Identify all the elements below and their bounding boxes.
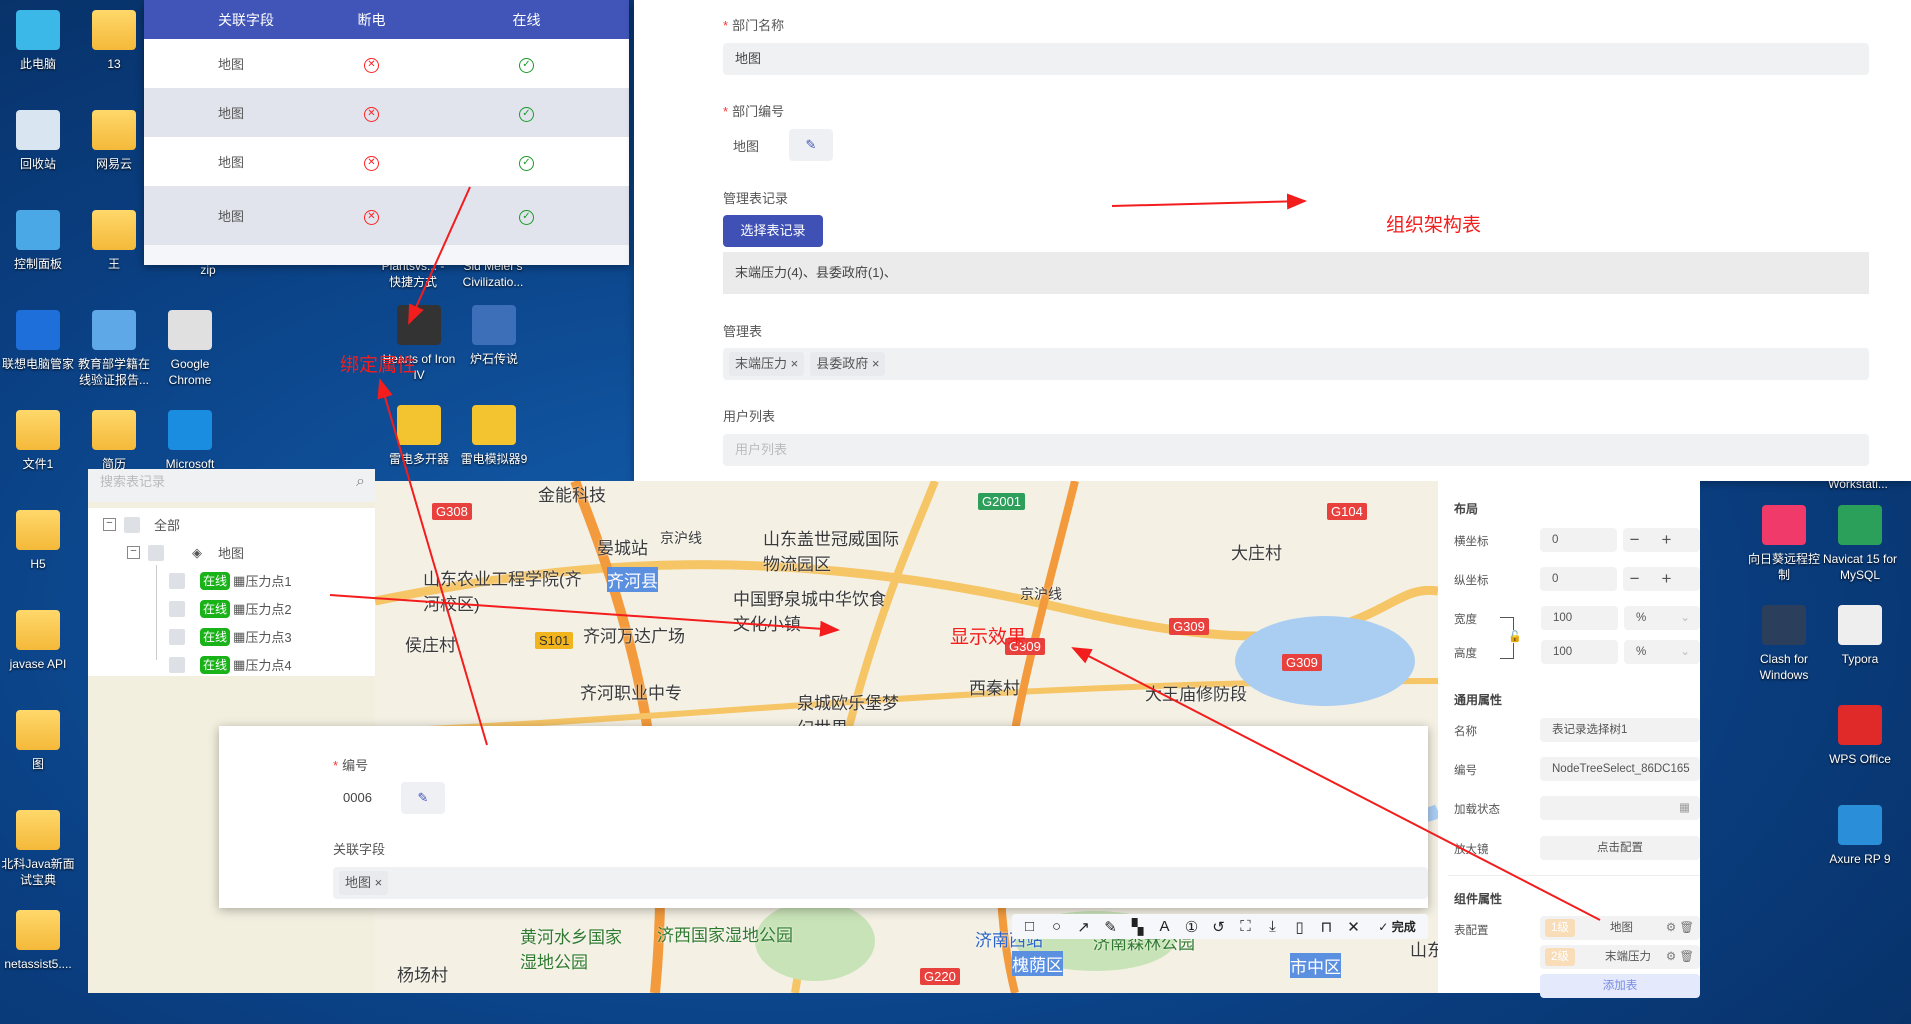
annotation-arrows bbox=[329, 186, 1601, 921]
arrow bbox=[377, 378, 488, 746]
annotation-display-effect: 显示效果 bbox=[950, 627, 1027, 648]
annotation-bind-attr: 绑定属性 bbox=[340, 355, 417, 376]
arrow bbox=[408, 186, 471, 325]
annotation-org-table: 组织架构表 bbox=[1386, 215, 1482, 236]
arrow bbox=[1071, 647, 1601, 921]
arrow bbox=[1111, 193, 1307, 210]
arrow bbox=[329, 594, 840, 637]
